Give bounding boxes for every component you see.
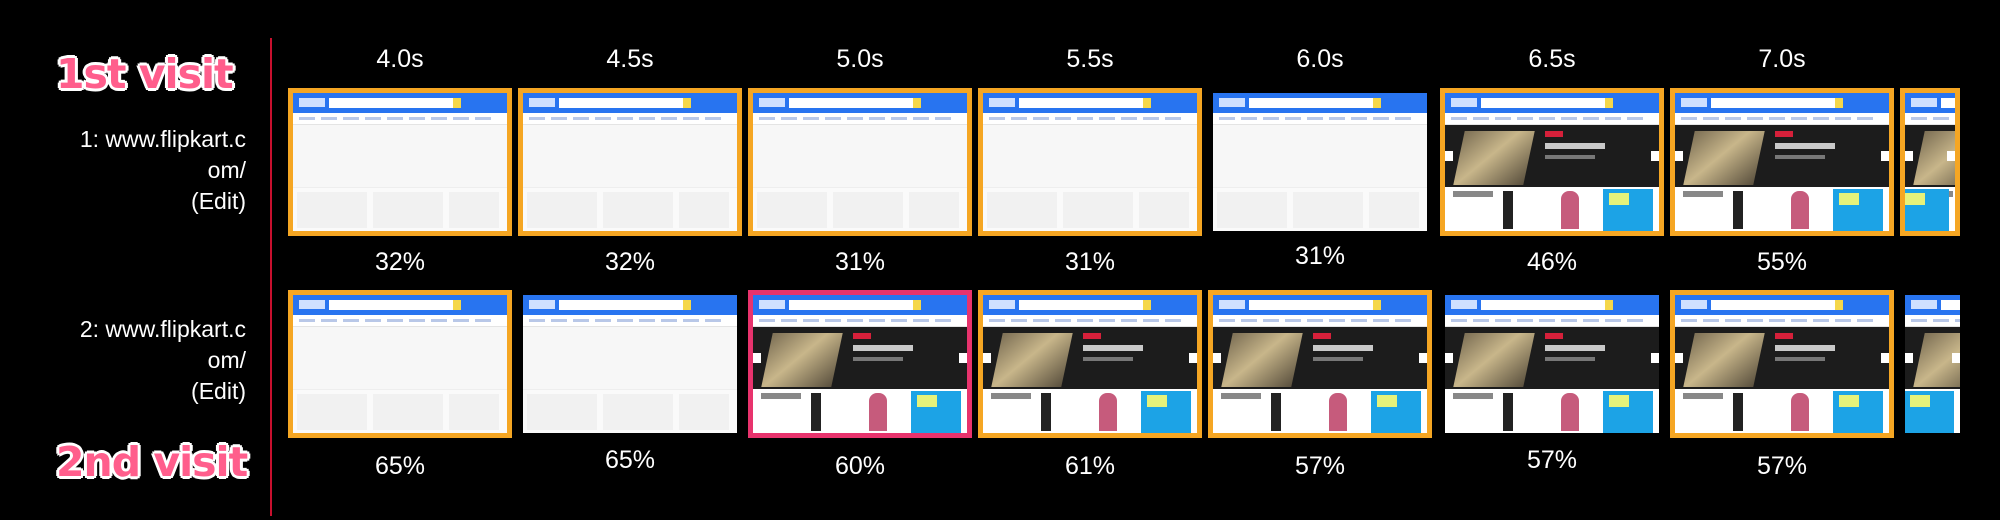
page-screenshot-thumbnail[interactable] <box>1445 295 1659 433</box>
frame-time-label: 7.0s <box>1758 45 1806 73</box>
filmstrip-row-2: 65% 65% 60% 61% 57% 57% 57% <box>0 286 2000 486</box>
frame-time-label: 6.5s <box>1528 45 1576 73</box>
frame-time-label: 5.5s <box>1066 45 1114 73</box>
filmstrip-row-1: 4.0s 32% 4.5s 32% 5.0s 31% 5.5s 31% 6.0s 31%… <box>0 42 2000 276</box>
frame-visual-progress: 60% <box>834 452 886 480</box>
frame-time-label: 6.0s <box>1296 45 1344 73</box>
frame-time-label: 5.0s <box>836 45 884 73</box>
page-screenshot-thumbnail[interactable] <box>1670 290 1894 438</box>
page-screenshot-thumbnail[interactable] <box>748 290 972 438</box>
frame-visual-progress: 65% <box>374 452 426 480</box>
page-screenshot-thumbnail[interactable] <box>1213 93 1427 231</box>
frame-visual-progress: 55% <box>1756 248 1808 276</box>
frame-visual-progress: 31% <box>1294 242 1346 270</box>
page-screenshot-thumbnail[interactable] <box>978 88 1202 236</box>
page-screenshot-thumbnail[interactable] <box>1208 290 1432 438</box>
page-screenshot-thumbnail[interactable] <box>1440 88 1664 236</box>
page-screenshot-thumbnail[interactable] <box>1900 88 1960 236</box>
frame-visual-progress: 46% <box>1526 248 1578 276</box>
frame-time-label: 4.0s <box>376 45 424 73</box>
page-screenshot-thumbnail[interactable] <box>1905 295 1960 433</box>
frame-visual-progress: 32% <box>604 248 656 276</box>
page-screenshot-thumbnail[interactable] <box>1670 88 1894 236</box>
frame-time-label: 4.5s <box>606 45 654 73</box>
frame-visual-progress: 31% <box>1064 248 1116 276</box>
frame-visual-progress: 57% <box>1756 452 1808 480</box>
page-screenshot-thumbnail[interactable] <box>523 295 737 433</box>
page-screenshot-thumbnail[interactable] <box>288 88 512 236</box>
frame-visual-progress: 32% <box>374 248 426 276</box>
frame-visual-progress: 57% <box>1294 452 1346 480</box>
page-screenshot-thumbnail[interactable] <box>748 88 972 236</box>
frame-visual-progress: 61% <box>1064 452 1116 480</box>
frame-visual-progress: 31% <box>834 248 886 276</box>
page-screenshot-thumbnail[interactable] <box>978 290 1202 438</box>
page-screenshot-thumbnail[interactable] <box>518 88 742 236</box>
frame-visual-progress: 65% <box>604 446 656 474</box>
page-screenshot-thumbnail[interactable] <box>288 290 512 438</box>
frame-visual-progress: 57% <box>1526 446 1578 474</box>
